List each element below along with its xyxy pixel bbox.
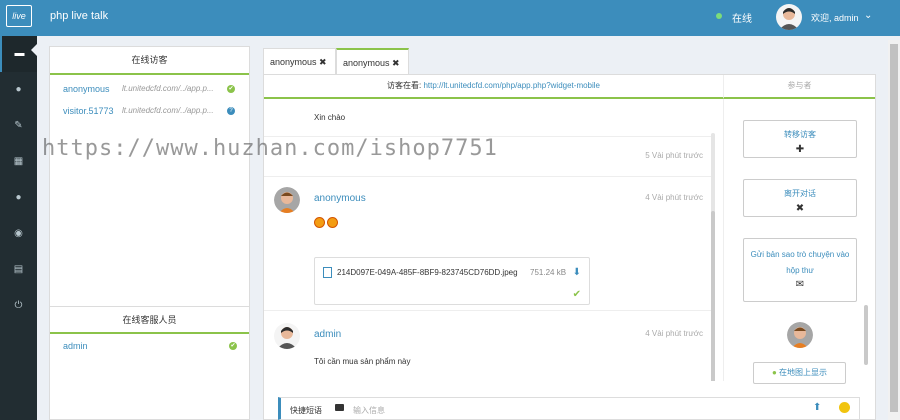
- sidebar: ▬ ● ✎ ▦ ● ◉ ▤ ⏻: [0, 36, 37, 420]
- upload-icon[interactable]: ⬆: [813, 402, 821, 413]
- sidebar-active-pointer: [31, 44, 37, 56]
- eye-icon[interactable]: ◉: [0, 216, 37, 252]
- file-attachment[interactable]: 214D097E-049A-485F-8BF9-823745CD76DD.jpe…: [314, 257, 590, 305]
- participant-avatar: [787, 322, 813, 348]
- transfer-label: 转移访客: [784, 130, 816, 139]
- emoji-icon: [327, 217, 338, 228]
- message-input-bar: 快捷短语 输入信息 ⬆: [278, 397, 860, 420]
- send-transcript-button[interactable]: Gửi bản sao trò chuyện vào hộp thư ✉: [743, 238, 857, 302]
- tab-label: anonymous: [343, 58, 390, 68]
- visitor-name[interactable]: visitor.51773: [63, 106, 114, 116]
- message: Xin chào: [264, 99, 715, 137]
- message-time: 5 Vài phút trước: [645, 151, 703, 160]
- question-circle-icon: ?: [227, 107, 235, 115]
- visitor-page-link[interactable]: http://lt.unitedcfd.com/php/app.php?widg…: [423, 81, 600, 90]
- check-circle-icon: ✔: [229, 342, 237, 350]
- avatar: [274, 187, 300, 213]
- chat-panel: 访客在看: http://lt.unitedcfd.com/php/app.ph…: [263, 74, 876, 420]
- staff-row[interactable]: admin ✔: [63, 337, 239, 355]
- visitor-url: lt.unitedcfd.com/../app.p...: [122, 106, 214, 115]
- quick-reply-button[interactable]: 快捷短语: [290, 405, 322, 416]
- leave-label: 离开对话: [784, 189, 816, 198]
- logo-text: live: [12, 11, 26, 21]
- staff-panel-title: 在线客服人员: [50, 306, 249, 334]
- watermark-text: https://www.huzhan.com/ishop7751: [42, 136, 498, 161]
- image-file-icon: [323, 267, 332, 278]
- check-icon: ✔: [572, 289, 581, 300]
- user-icon[interactable]: ●: [0, 180, 37, 216]
- message-time: 4 Vài phút trước: [645, 193, 703, 202]
- emoji-picker-icon[interactable]: [839, 402, 850, 413]
- app-title: php live talk: [50, 10, 109, 22]
- send-copy-label: Gửi bản sao trò chuyện vào hộp thư: [750, 250, 850, 275]
- participants-panel: 转移访客 ✚ 离开对话 ✖ Gửi bản sao trò chuyện vào…: [723, 99, 875, 384]
- online-status-dot-icon: [716, 13, 722, 19]
- chevron-down-icon[interactable]: ⌄: [864, 10, 872, 21]
- close-icon[interactable]: ✖: [319, 57, 327, 67]
- visitors-panel: 在线访客 anonymous lt.unitedcfd.com/../app.p…: [49, 46, 250, 420]
- welcome-user-menu[interactable]: 欢迎, admin: [811, 11, 859, 24]
- visitor-row[interactable]: anonymous lt.unitedcfd.com/../app.p... ✔: [50, 78, 249, 100]
- folder-icon[interactable]: [335, 404, 344, 411]
- participants-scrollbar[interactable]: [864, 305, 868, 365]
- map-pin-icon: ●: [771, 368, 777, 377]
- power-icon[interactable]: ⏻: [0, 288, 37, 324]
- message: admin 4 Vài phút trước Tôi cần mua sản p…: [264, 311, 715, 381]
- visitor-name[interactable]: anonymous: [63, 84, 110, 94]
- plus-icon: ✚: [795, 144, 805, 155]
- transfer-visitor-button[interactable]: 转移访客 ✚: [743, 120, 857, 158]
- top-bar: live php live talk 在线 欢迎, admin ⌄: [0, 0, 900, 36]
- emoji-icon: [314, 217, 325, 228]
- map-label: 在地图上显示: [779, 368, 828, 377]
- visitor-at-label: 访客在看:: [386, 81, 422, 90]
- page-scrollbar-thumb[interactable]: [890, 44, 898, 412]
- leave-chat-button[interactable]: 离开对话 ✖: [743, 179, 857, 217]
- visitor-url: lt.unitedcfd.com/../app.p...: [122, 84, 214, 93]
- visitors-panel-title: 在线访客: [50, 47, 249, 75]
- check-circle-icon: ✔: [227, 85, 235, 93]
- online-status-label[interactable]: 在线: [732, 10, 752, 25]
- participants-title: 参与者: [723, 75, 875, 99]
- location-pin-icon[interactable]: ●: [0, 72, 37, 108]
- envelope-icon: ✉: [795, 279, 805, 290]
- user-avatar[interactable]: [776, 4, 802, 30]
- tab-label: anonymous: [270, 57, 317, 67]
- message: anonymous 4 Vài phút trước 214D097E-049A…: [264, 177, 715, 311]
- qrcode-icon[interactable]: ▦: [0, 144, 37, 180]
- message-text: Xin chào: [314, 113, 346, 122]
- tab-anonymous-active[interactable]: anonymous ✖: [336, 48, 409, 74]
- message-time: 4 Vài phút trước: [645, 329, 703, 338]
- file-size: 751.24 kB: [530, 268, 567, 277]
- message-input[interactable]: 输入信息: [353, 405, 385, 416]
- message-scrollbar[interactable]: [711, 133, 715, 381]
- visitor-page-bar: 访客在看: http://lt.unitedcfd.com/php/app.ph…: [264, 75, 723, 99]
- file-name: 214D097E-049A-485F-8BF9-823745CD76DD.jpe…: [337, 268, 518, 277]
- message-text: Tôi cần mua sản phẩm này: [314, 357, 411, 366]
- staff-name[interactable]: admin: [63, 341, 88, 351]
- avatar: [274, 323, 300, 349]
- wrench-icon[interactable]: ✎: [0, 108, 37, 144]
- app-logo[interactable]: live: [6, 5, 32, 27]
- tab-anonymous[interactable]: anonymous ✖: [263, 48, 336, 74]
- download-icon[interactable]: ⬇: [573, 267, 581, 278]
- close-icon: ✖: [795, 203, 805, 214]
- page-scrollbar[interactable]: [888, 40, 900, 420]
- show-on-map-button[interactable]: ● 在地图上显示: [753, 362, 846, 384]
- visitor-row[interactable]: visitor.51773 lt.unitedcfd.com/../app.p.…: [50, 100, 249, 122]
- message-author[interactable]: anonymous: [314, 193, 366, 204]
- close-icon[interactable]: ✖: [392, 58, 400, 68]
- bar-chart-icon[interactable]: ▤: [0, 252, 37, 288]
- message-author[interactable]: admin: [314, 329, 341, 340]
- scrollbar-thumb[interactable]: [711, 211, 715, 381]
